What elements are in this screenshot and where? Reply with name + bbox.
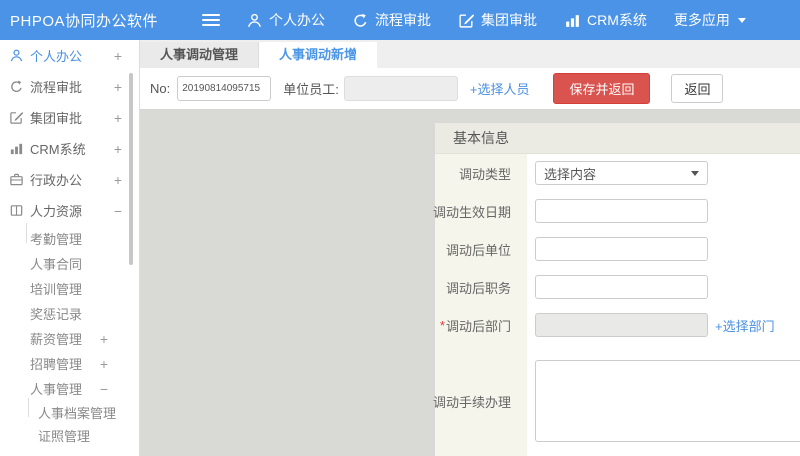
sidebar-item-personnel[interactable]: 人事管理 − [0,376,139,401]
field-label: 调动类型 [435,154,527,192]
sidebar-item-workflow-approval[interactable]: 流程审批 + [0,71,139,102]
sidebar-item-rewards[interactable]: 奖惩记录 [0,301,139,326]
nav-group-approval[interactable]: 集团审批 [458,10,537,30]
sidebar-item-training[interactable]: 培训管理 [0,276,139,301]
form-row-new-unit: 调动后单位 [435,230,800,268]
sidebar-item-attendance[interactable]: 考勤管理 [0,226,139,251]
employee-label: 单位员工: [283,79,339,98]
top-bar: PHPOA协同办公软件 个人办公 流程审批 集团审批 CRM系统 [0,0,800,40]
sidebar-scrollbar[interactable] [129,73,133,265]
tab-transfer-new[interactable]: 人事调动新增 [259,42,377,68]
effective-date-input[interactable] [535,199,708,223]
form-panel: 基本信息 调动类型 选择内容 调动生效日期 调动后单位 [435,123,800,456]
sidebar-item-hr[interactable]: 人力资源 − [0,195,139,226]
field-label: 调动手续办理 [435,344,527,456]
save-return-button[interactable]: 保存并返回 [553,73,650,104]
section-title: 基本信息 [453,128,509,148]
sidebar-item-personnel-files[interactable]: 人事档案管理 [0,401,139,424]
expand-toggle[interactable]: + [114,48,122,64]
chart-icon [564,12,581,29]
field-label: 调动后单位 [435,230,527,268]
form-row-effective-date: 调动生效日期 [435,192,800,230]
expand-toggle[interactable]: + [114,79,122,95]
select-department-link[interactable]: +选择部门 [715,316,775,335]
top-nav: 个人办公 流程审批 集团审批 CRM系统 更多应用 [246,10,773,30]
form-row-procedure: 调动手续办理 [435,344,800,456]
nav-personal-office[interactable]: 个人办公 [246,10,325,30]
collapse-toggle[interactable]: − [114,203,122,219]
sidebar: 个人办公 + 流程审批 + 集团审批 + CRM系统 + 行政办公 + 人力资源 [0,40,140,456]
book-icon [9,203,24,218]
expand-toggle[interactable]: + [114,141,122,157]
caret-down-icon [691,171,699,176]
content-area: 基本信息 调动类型 选择内容 调动生效日期 调动后单位 [140,110,800,456]
sidebar-item-crm[interactable]: CRM系统 + [0,133,139,164]
transfer-procedure-textarea[interactable] [535,360,800,442]
expand-toggle[interactable]: + [114,110,122,126]
nav-more-apps[interactable]: 更多应用 [674,10,746,30]
new-position-input[interactable] [535,275,708,299]
tab-transfer-management[interactable]: 人事调动管理 [140,42,259,68]
expand-toggle[interactable]: + [114,172,122,188]
edit-icon [9,110,24,125]
back-button[interactable]: 返回 [671,74,723,103]
sidebar-item-salary[interactable]: 薪资管理 + [0,326,139,351]
sidebar-item-recruitment[interactable]: 招聘管理 + [0,351,139,376]
user-icon [9,48,24,63]
toolbar: No: 单位员工: +选择人员 保存并返回 返回 [140,68,800,110]
expand-toggle[interactable]: + [100,331,108,347]
sidebar-item-admin-office[interactable]: 行政办公 + [0,164,139,195]
section-header: 基本信息 [435,123,800,154]
select-person-link[interactable]: +选择人员 [470,79,530,98]
workflow-icon [9,79,24,94]
employee-input[interactable] [344,76,458,101]
field-label: * 调动后部门 [435,306,527,344]
field-label: 调动后职务 [435,268,527,306]
new-unit-input[interactable] [535,237,708,261]
sidebar-item-personal-office[interactable]: 个人办公 + [0,40,139,71]
caret-down-icon [738,18,746,23]
chart-icon [9,141,24,156]
workflow-icon [352,12,369,29]
no-label: No: [150,81,170,96]
sidebar-item-group-approval[interactable]: 集团审批 + [0,102,139,133]
required-mark: * [440,318,445,333]
form-row-new-department: * 调动后部门 +选择部门 [435,306,800,344]
nav-crm[interactable]: CRM系统 [564,10,647,30]
transfer-type-select[interactable]: 选择内容 [535,161,708,185]
user-icon [246,12,263,29]
form-row-transfer-type: 调动类型 选择内容 [435,154,800,192]
no-input[interactable] [177,76,271,101]
sidebar-item-certificates[interactable]: 证照管理 [0,424,139,447]
hamburger-menu-icon[interactable] [202,14,220,26]
form-row-new-position: 调动后职务 [435,268,800,306]
tab-bar: 人事调动管理 人事调动新增 [140,40,800,68]
field-label: 调动生效日期 [435,192,527,230]
app-logo: PHPOA协同办公软件 [0,10,160,31]
edit-icon [458,12,475,29]
collapse-toggle[interactable]: − [100,381,108,397]
briefcase-icon [9,172,24,187]
new-department-input[interactable] [535,313,708,337]
nav-workflow-approval[interactable]: 流程审批 [352,10,431,30]
expand-toggle[interactable]: + [100,356,108,372]
sidebar-item-hr-contract[interactable]: 人事合同 [0,251,139,276]
